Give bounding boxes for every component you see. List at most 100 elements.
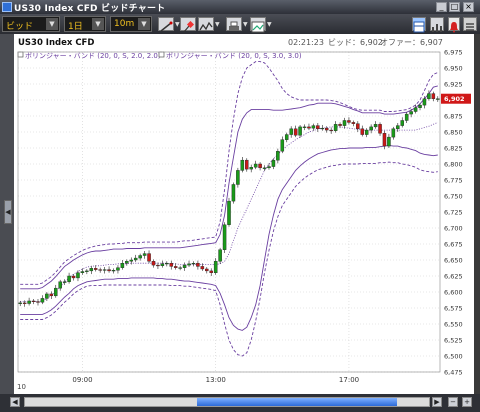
- candle-body: [125, 261, 129, 264]
- candle-body: [89, 268, 94, 272]
- candle-body: [360, 128, 365, 135]
- candle-body: [80, 271, 85, 274]
- y-tick-label: 6,475: [444, 369, 463, 377]
- chevron-down-icon: ▼: [92, 18, 104, 30]
- candle-body: [107, 269, 111, 272]
- close-button[interactable]: ×: [463, 2, 474, 12]
- symbol-label: US30 Index CFD: [18, 38, 94, 48]
- pin-icon: [183, 20, 195, 33]
- minimize-button[interactable]: _: [436, 2, 447, 12]
- indicator-legend-1[interactable]: ボリンジャー・バンド (20, 0, S, 2.0, 2.0): [25, 52, 161, 60]
- title-bar: US30 Index CFD ビッドチャート _ □ ×: [0, 0, 480, 14]
- candle-body: [396, 125, 400, 129]
- y-tick-label: 6,700: [444, 225, 463, 233]
- indicator-checkbox[interactable]: [158, 51, 165, 58]
- candle-body: [280, 139, 285, 152]
- candle-body: [404, 113, 409, 121]
- zoom-out-button[interactable]: −: [448, 397, 458, 407]
- candle-body: [422, 98, 427, 106]
- candle-body: [364, 129, 369, 135]
- price-type-value: ビッド: [6, 22, 34, 32]
- collapse-panel-button[interactable]: ◀: [4, 200, 12, 224]
- scroll-right-button[interactable]: ▶: [432, 397, 442, 407]
- period-dropdown[interactable]: 1日 ▼: [64, 16, 106, 32]
- horizontal-scrollbar[interactable]: [24, 397, 430, 407]
- candle-body: [373, 124, 378, 128]
- interval-value: 10m: [114, 19, 135, 29]
- candle-body: [111, 270, 116, 272]
- bottom-bar: ◀ ▶ − +: [0, 394, 480, 412]
- indicator-legend-2[interactable]: ボリンジャー・バンド (20, 0, S, 3.0, 3.0): [166, 52, 302, 60]
- y-tick-label: 6,575: [444, 305, 463, 313]
- pin-button[interactable]: [180, 17, 196, 33]
- candle-body: [31, 300, 36, 302]
- candle-body: [165, 262, 169, 265]
- indicator-icon: [199, 21, 213, 31]
- candle-body: [191, 262, 196, 265]
- candle-body: [262, 167, 267, 169]
- candle-body: [333, 124, 338, 131]
- candle-body: [431, 93, 436, 99]
- candle-body: [178, 267, 182, 269]
- candle-body: [382, 133, 387, 147]
- alarm-icon: [450, 22, 458, 33]
- candle-body: [369, 126, 373, 131]
- candle-body: [142, 253, 147, 256]
- chevron-down-icon: ▼: [138, 18, 150, 30]
- indicator-button[interactable]: ▼: [198, 17, 220, 31]
- candle-body: [409, 111, 413, 115]
- candle-body: [258, 163, 262, 169]
- y-tick-label: 6,650: [444, 257, 463, 265]
- menu-button[interactable]: [463, 17, 477, 31]
- candle-body: [289, 128, 293, 135]
- chevron-down-icon: ▼: [215, 21, 220, 28]
- print-button[interactable]: ▼: [226, 17, 248, 31]
- bar-chart-button[interactable]: [430, 17, 444, 32]
- price-type-dropdown[interactable]: ビッド ▼: [2, 16, 60, 32]
- window-title: US30 Index CFD ビッドチャート: [14, 4, 166, 14]
- scrollbar-thumb[interactable]: [197, 398, 397, 406]
- chart-panel[interactable]: US30 Index CFD 02:21:23 ビッド：6,902 オファー：6…: [14, 34, 474, 394]
- price-chart[interactable]: US30 Index CFD 02:21:23 ビッド：6,902 オファー：6…: [14, 34, 474, 394]
- indicator-checkbox[interactable]: [17, 51, 24, 58]
- candle-body: [67, 275, 71, 282]
- chevron-down-icon: ▼: [267, 21, 272, 28]
- status-offer: オファー：6,907: [380, 38, 443, 47]
- candle-body: [120, 262, 125, 268]
- candle-body: [276, 150, 280, 161]
- candle-body: [342, 120, 347, 126]
- x-tick-label: 13:00: [206, 376, 226, 384]
- maximize-button[interactable]: □: [449, 2, 460, 12]
- interval-dropdown[interactable]: 10m ▼: [110, 16, 152, 32]
- y-tick-label: 6,800: [444, 161, 463, 169]
- scroll-left-button[interactable]: ◀: [10, 397, 20, 407]
- period-value: 1日: [68, 22, 83, 32]
- candle-body: [62, 281, 67, 283]
- y-tick-label: 6,550: [444, 321, 463, 329]
- zoom-in-button[interactable]: +: [462, 397, 472, 407]
- candle-body: [36, 301, 40, 303]
- y-tick-label: 6,625: [444, 273, 463, 281]
- image-export-button[interactable]: ▼: [250, 17, 272, 33]
- image-export-icon: [251, 21, 265, 33]
- layout-icon: [413, 21, 425, 33]
- candle-body: [324, 127, 329, 131]
- candle-body: [249, 166, 253, 170]
- bottom-left-label: 10: [17, 383, 26, 391]
- candle-body: [222, 224, 227, 250]
- draw-line-button[interactable]: ▼: [158, 17, 180, 32]
- candle-body: [245, 159, 249, 170]
- candle-body: [160, 263, 165, 266]
- candle-body: [196, 262, 200, 267]
- toolbar: ビッド ▼ 1日 ▼ 10m ▼ ▼ ▼ ▼ ▼: [0, 14, 480, 34]
- layout-button[interactable]: [412, 17, 426, 33]
- chevron-down-icon: ▼: [243, 21, 248, 28]
- candle-body: [418, 104, 422, 108]
- candle-body: [98, 269, 102, 271]
- candle-body: [205, 268, 209, 272]
- y-tick-label: 6,750: [444, 193, 463, 201]
- candle-body: [54, 287, 58, 297]
- alarm-button[interactable]: [448, 17, 460, 33]
- y-tick-label: 6,825: [444, 145, 463, 153]
- y-tick-label: 6,950: [444, 65, 463, 73]
